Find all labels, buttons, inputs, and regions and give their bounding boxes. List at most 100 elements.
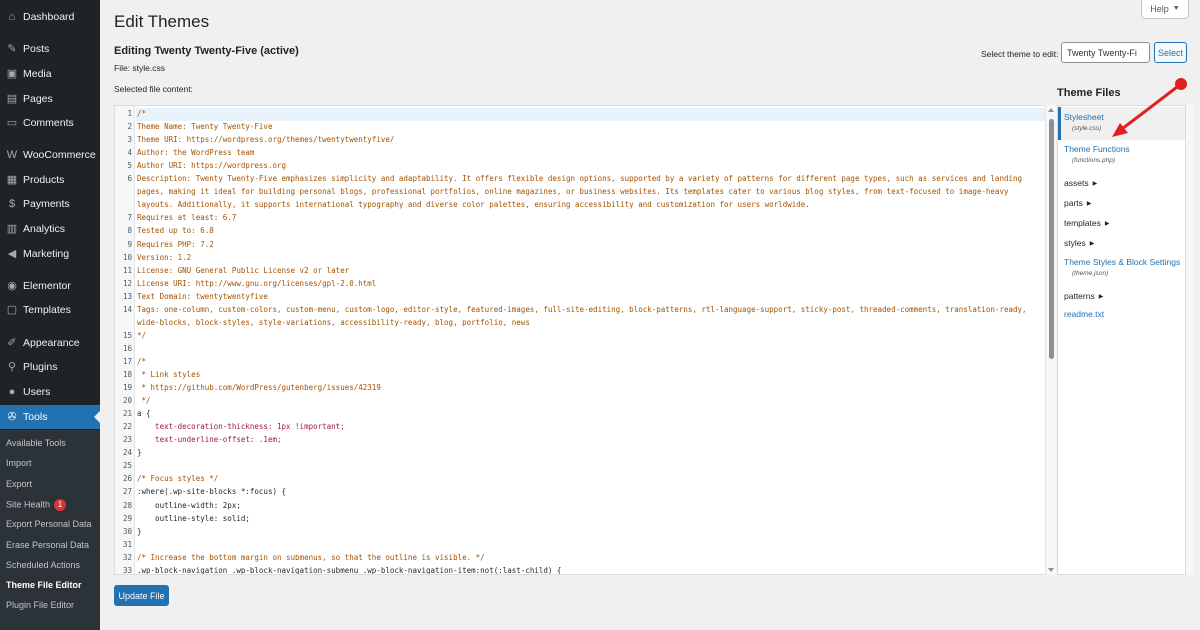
sidebar-item-plugins[interactable]: ⚲ Plugins xyxy=(0,355,100,379)
sidebar-item-label: Media xyxy=(23,68,52,80)
sidebar-item-templates[interactable]: ▢ Templates xyxy=(0,298,100,322)
sidebar-item-posts[interactable]: ✎ Posts xyxy=(0,37,100,61)
sidebar-item-appearance[interactable]: ✐ Appearance xyxy=(0,331,100,355)
submenu-item-export[interactable]: Export xyxy=(6,479,32,489)
caret-right-icon: ▶ xyxy=(1089,241,1095,248)
code-line[interactable]: layouts. Additionally, it supports inter… xyxy=(137,200,810,209)
submenu-item-scheduled-actions[interactable]: Scheduled Actions xyxy=(6,560,80,570)
code-line[interactable]: :where(.wp-site-blocks *:focus) { xyxy=(137,487,286,496)
submenu-item-available-tools[interactable]: Available Tools xyxy=(6,438,66,448)
theme-files-scrollbar[interactable] xyxy=(1186,105,1194,575)
code-line[interactable]: outline-width: 2px; xyxy=(137,501,241,510)
code-line[interactable]: Description: Twenty Twenty-Five emphasiz… xyxy=(137,174,1022,183)
code-line[interactable]: Author: the WordPress team xyxy=(137,148,254,157)
code-line[interactable]: Tags: one-column, custom-colors, custom-… xyxy=(137,305,1027,314)
sidebar-item-woocommerce[interactable]: W WooCommerce xyxy=(0,143,100,167)
submenu-item-theme-file-editor[interactable]: Theme File Editor xyxy=(6,580,82,590)
line-number: 28 xyxy=(122,500,132,510)
submenu-item-erase-personal-data[interactable]: Erase Personal Data xyxy=(6,540,89,550)
submenu-item-label: Site Health xyxy=(6,499,51,510)
code-line[interactable]: Tested up to: 6.8 xyxy=(137,226,214,235)
code-line[interactable]: Theme Name: Twenty Twenty-Five xyxy=(137,122,272,131)
file-link-readme-txt[interactable]: readme.txt xyxy=(1064,309,1104,319)
line-number: 20 xyxy=(122,396,132,406)
comments-icon: ▭ xyxy=(6,116,18,129)
code-line[interactable]: text-underline-offset: .1em; xyxy=(137,435,281,444)
folder-templates[interactable]: templates ▶ xyxy=(1064,218,1109,228)
code-line[interactable]: wide-blocks, block-styles, style-variati… xyxy=(137,318,530,327)
code-line[interactable]: * Link styles xyxy=(137,370,201,379)
file-name-hint: (functions.php) xyxy=(1072,157,1115,164)
file-label: Theme Styles & Block Settings xyxy=(1064,257,1181,267)
submenu-item-plugin-file-editor[interactable]: Plugin File Editor xyxy=(6,600,74,610)
editor-scrollbar-thumb[interactable] xyxy=(1049,119,1054,359)
code-line[interactable]: Theme URI: https://wordpress.org/themes/… xyxy=(137,135,394,144)
submenu-item-import[interactable]: Import xyxy=(6,458,32,468)
code-line[interactable]: */ xyxy=(137,331,146,340)
sidebar-item-media[interactable]: ▣ Media xyxy=(0,62,100,86)
sidebar-item-marketing[interactable]: ◀ Marketing xyxy=(0,242,100,266)
code-line[interactable]: Requires PHP: 7.2 xyxy=(137,240,214,249)
submenu-item-site-health[interactable]: Site Health 1 xyxy=(6,498,67,511)
code-line[interactable]: a { xyxy=(137,409,151,418)
sidebar-item-products[interactable]: ▦ Products xyxy=(0,168,100,192)
folder-patterns[interactable]: patterns ▶ xyxy=(1064,291,1103,301)
file-link-theme-styles-block-settings[interactable]: Theme Styles & Block Settings xyxy=(1064,257,1180,267)
code-line[interactable]: outline-style: solid; xyxy=(137,514,250,523)
submenu-item-export-personal-data[interactable]: Export Personal Data xyxy=(6,519,92,529)
code-line[interactable]: /* Focus styles */ xyxy=(137,474,218,483)
line-number: 21 xyxy=(122,409,132,419)
sidebar-item-pages[interactable]: ▤ Pages xyxy=(0,87,100,111)
code-editor[interactable]: 1 2 3 4 5 6 7 8 9 10 11 12 13 14 15 16 17 18 19 20 21 22 23 24 2… xyxy=(114,105,1056,575)
caret-right-icon: ▶ xyxy=(1092,181,1098,188)
current-menu-arrow xyxy=(94,411,100,423)
code-line[interactable]: } xyxy=(137,448,142,457)
code-line[interactable]: /* Increase the bottom margin on submenu… xyxy=(137,553,485,562)
code-line[interactable]: Text Domain: twentytwentyfive xyxy=(137,292,268,301)
code-line[interactable]: Author URI: https://wordpress.org xyxy=(137,161,286,170)
sidebar-item-label: Comments xyxy=(23,117,74,129)
code-line[interactable]: .wp-block-navigation .wp-block-navigatio… xyxy=(137,566,561,574)
scroll-down-arrow-icon[interactable] xyxy=(1048,568,1054,572)
folder-assets[interactable]: assets ▶ xyxy=(1064,178,1097,188)
code-line[interactable]: } xyxy=(137,527,142,536)
line-number: 3 xyxy=(127,135,132,145)
theme-select-dropdown[interactable]: Twenty Twenty-Fi xyxy=(1061,42,1150,63)
submenu-item-label: Plugin File Editor xyxy=(6,600,75,611)
line-number: 16 xyxy=(122,343,132,353)
sidebar-item-payments[interactable]: $ Payments xyxy=(0,192,100,216)
code-line[interactable]: License URI: http://www.gnu.org/licenses… xyxy=(137,279,376,288)
code-line[interactable]: License: GNU General Public License v2 o… xyxy=(137,266,349,275)
line-number: 6 xyxy=(127,174,132,184)
folder-styles[interactable]: styles ▶ xyxy=(1064,238,1094,248)
folder-parts[interactable]: parts ▶ xyxy=(1064,198,1092,208)
sidebar-item-dashboard[interactable]: ⌂ Dashboard xyxy=(0,5,100,29)
line-number: 23 xyxy=(122,435,132,445)
sidebar-item-users[interactable]: ● Users xyxy=(0,380,100,404)
code-line[interactable]: /* xyxy=(137,357,146,366)
line-number: 27 xyxy=(122,487,132,497)
sidebar-item-tools[interactable]: ✇ Tools xyxy=(0,405,100,429)
file-link-stylesheet[interactable]: Stylesheet xyxy=(1064,112,1104,122)
line-number: 26 xyxy=(122,474,132,484)
sidebar-item-elementor[interactable]: ◉ Elementor xyxy=(0,274,100,298)
scroll-up-arrow-icon[interactable] xyxy=(1048,108,1054,112)
code-line[interactable]: /* xyxy=(137,109,146,118)
sidebar-item-label: Tools xyxy=(23,411,48,423)
sidebar-item-label: Pages xyxy=(23,93,53,105)
code-line[interactable]: Version: 1.2 xyxy=(137,253,191,262)
editor-scrollbar[interactable] xyxy=(1045,105,1056,575)
wrench-icon: ✇ xyxy=(7,410,17,423)
sidebar-item-comments[interactable]: ▭ Comments xyxy=(0,111,100,135)
help-tab-button[interactable]: Help ▼ xyxy=(1141,0,1189,19)
code-line[interactable]: * https://github.com/WordPress/gutenberg… xyxy=(137,383,381,392)
code-line[interactable]: text-decoration-thickness: 1px !importan… xyxy=(137,422,345,431)
code-line[interactable]: Requires at least: 6.7 xyxy=(137,213,236,222)
line-number: 22 xyxy=(122,422,132,432)
code-line[interactable]: pages, making it ideal for building pers… xyxy=(137,187,1008,196)
help-label: Help xyxy=(1150,3,1169,14)
update-file-button[interactable]: Update File xyxy=(114,585,169,606)
sidebar-item-analytics[interactable]: ▥ Analytics xyxy=(0,217,100,241)
code-line[interactable]: */ xyxy=(137,396,151,405)
select-theme-button[interactable]: Select xyxy=(1154,42,1187,63)
